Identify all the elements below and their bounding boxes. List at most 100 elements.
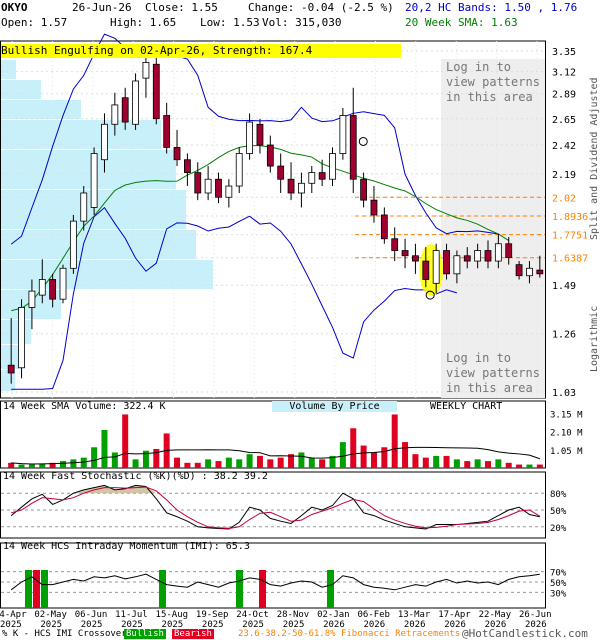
price-tick: 1.8936 [552,212,588,223]
volume-bar [308,457,315,468]
volume-bar [505,462,512,468]
login-line-1: Log in to [446,351,512,365]
login-overlay-bottom[interactable]: Log in to view patterns in this area [446,351,540,396]
candle-body [152,63,160,120]
x-tick-date: 02-May [34,610,67,620]
candle-body [90,153,98,208]
logarithmic-label: Logarithmic [589,305,600,372]
candle-body [360,178,368,201]
volume-bar [101,430,108,468]
login-line-3: in this area [446,381,533,395]
x-tick-date: 28-Nov [277,610,310,620]
imi-line [10,573,540,591]
price-tick: 1.7751 [552,231,588,242]
candle-body [339,115,347,154]
volume-bar [422,457,429,468]
imi-crossover-bar [259,570,266,608]
signal-marker [358,136,368,146]
vbp-label: Volume By Price [272,401,397,412]
candle-body [256,123,264,146]
price-tick: 2.02 [552,193,576,204]
x-tick-date: 06-Jun [75,610,108,620]
candle-body [370,199,378,216]
login-overlay-top[interactable]: Log in to view patterns in this area [446,60,540,105]
vbp-bar [1,100,81,119]
candle-body [287,178,295,194]
price-tick: 3.12 [552,68,576,79]
candle-body [80,192,88,222]
candle-body [401,250,409,257]
candle-body [163,115,171,148]
candle-body [443,250,450,275]
volume-bar [267,459,274,468]
volume-bar [339,442,346,468]
volume-bar [194,462,201,468]
candle-body [526,267,533,277]
candle-body [318,172,326,180]
stoch-d-line [11,486,541,529]
volume-bar [370,452,377,468]
stoch-label: 14 Week Fast Stochastic (%K)(%D) : 38.2 … [3,471,268,482]
candle-body [121,97,129,123]
footer-bullish: Bullish [124,629,166,639]
price-tick: 2.42 [552,141,576,152]
candle-body [277,165,285,180]
stoch-overbought-fill [11,485,540,494]
volume-bar [474,459,481,468]
volume-bar [453,459,460,468]
x-tick-date: 17-Apr [438,610,471,620]
price-tick: 2.65 [552,115,576,126]
candle-body [463,255,471,262]
candle-body [536,269,544,275]
candle-body [235,153,243,187]
volume-sma-line [11,446,540,465]
x-tick-date: 13-Mar [398,610,431,620]
volume-bar [443,455,450,468]
volume-bar [70,459,77,468]
candle-body [215,178,222,198]
footer-crossover: % K - HCS IMI Crossover, [2,629,133,639]
candle-body [505,243,513,258]
volume-bar [516,464,523,468]
volume-bar [381,447,388,468]
pattern-banner: Bullish Engulfing on 02-Apr-26, Strength… [1,44,401,58]
volume-bar [18,464,25,468]
volume-bar [111,452,118,468]
candle-body [515,264,523,277]
candle-body [422,260,430,280]
x-tick-date: 06-Feb [357,610,390,620]
volume-bar [277,457,284,468]
x-tick-date: 19-Sep [196,610,229,620]
candle-body [28,290,36,308]
volume-bar [298,452,305,468]
login-line-2: view patterns [446,366,540,380]
imi-crossover-bar [327,570,334,608]
candle-body [38,279,46,296]
candle-body [204,178,212,194]
imi-tick: 50% [550,579,567,589]
volume-bar [536,464,543,468]
volume-tick: 1.05 M [550,447,583,457]
copyright[interactable]: @HotCandlestick.com [462,627,588,640]
imi-crossover-bar [159,570,166,608]
imi-tick: 30% [550,589,567,599]
volume-bar [412,454,419,468]
footer-fib: 23.6-38.2-50-61.8% Fibonacci Retracement… [238,629,461,639]
volume-tick: 2.10 M [550,429,583,439]
price-tick: 2.19 [552,170,576,181]
adjusted-label: Split and Dividend Adjusted [589,77,600,240]
candle-body [69,220,77,269]
x-tick-date: 11-Jul [115,610,148,620]
imi-tick: 70% [550,569,567,579]
candle-body [142,62,150,79]
x-tick-date: 15-Aug [156,610,189,620]
volume-bar [350,428,357,468]
volume-bar [256,455,263,468]
vbp-bar [1,80,41,99]
stoch-tick: 80% [550,490,567,500]
candle-body [391,238,399,251]
candle-body [380,214,388,240]
volume-bar [433,455,440,468]
candle-body [246,121,253,154]
candle-body [18,307,25,369]
